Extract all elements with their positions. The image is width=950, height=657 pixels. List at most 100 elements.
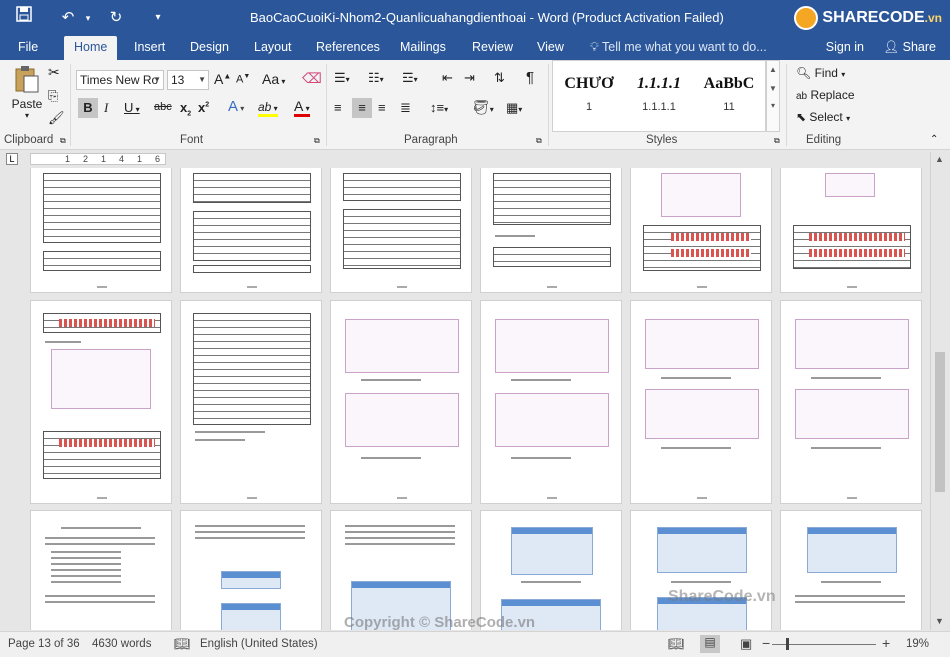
zoom-slider-thumb[interactable] (786, 638, 789, 650)
text-effects-button[interactable]: A ▾ (228, 98, 244, 115)
document-page[interactable] (330, 510, 472, 630)
read-mode-icon[interactable]: 📖︎ (668, 636, 685, 652)
web-layout-icon[interactable]: ▣ (740, 636, 752, 652)
document-page[interactable] (630, 168, 772, 293)
styles-launcher-icon[interactable]: ⧉ (774, 136, 780, 146)
shrink-font-button[interactable]: A▼ (236, 73, 250, 86)
subscript-button[interactable]: x2 (180, 100, 191, 118)
undo-dropdown-icon[interactable]: ▾ (76, 6, 100, 30)
collapse-ribbon-icon[interactable]: ⌃ (930, 134, 938, 145)
style-item-chuong[interactable]: CHƯƠ 1 (555, 67, 623, 123)
font-family-select[interactable]: Times New Ro ▼ (76, 70, 164, 90)
document-page[interactable] (780, 168, 922, 293)
document-area[interactable] (0, 168, 930, 630)
find-button[interactable]: 🔍︎ Find ▾ (796, 66, 845, 80)
tab-layout[interactable]: Layout (250, 36, 296, 60)
align-left-icon[interactable]: ≡ (334, 100, 342, 115)
show-marks-icon[interactable]: ¶ (526, 69, 534, 86)
page-count[interactable]: Page 13 of 36 (8, 638, 80, 650)
highlight-button[interactable]: ab ▾ (258, 100, 278, 117)
document-page[interactable] (180, 300, 322, 504)
paragraph-launcher-icon[interactable]: ⧉ (536, 136, 542, 146)
copy-icon[interactable]: ⎘ (48, 88, 58, 104)
increase-indent-icon[interactable]: ⇥ (464, 70, 475, 86)
document-page[interactable] (780, 300, 922, 504)
multilevel-list-icon[interactable]: ☲▾ (402, 70, 418, 86)
strikethrough-button[interactable]: abc (154, 101, 172, 113)
clear-formatting-icon[interactable]: ⌫ (302, 70, 322, 87)
share-button[interactable]: 👤︎ Share (883, 36, 936, 60)
paste-button[interactable]: Paste ▾ (8, 64, 46, 120)
align-right-icon[interactable]: ≡ (378, 100, 386, 115)
cut-icon[interactable]: ✂ (48, 64, 60, 81)
line-spacing-icon[interactable]: ↕≡▾ (430, 100, 448, 115)
document-page[interactable] (30, 510, 172, 630)
tab-file[interactable]: File (14, 36, 42, 60)
language[interactable]: English (United States) (200, 638, 318, 650)
zoom-in-icon[interactable]: + (882, 635, 890, 651)
font-color-button[interactable]: A ▾ (294, 98, 310, 117)
zoom-out-icon[interactable]: − (762, 635, 770, 651)
redo-icon[interactable]: ↻ (104, 6, 128, 30)
zoom-level[interactable]: 19% (906, 638, 929, 650)
document-page[interactable] (330, 300, 472, 504)
document-page[interactable] (630, 510, 772, 630)
tab-mailings[interactable]: Mailings (396, 36, 450, 60)
save-icon[interactable] (12, 6, 36, 30)
scroll-up-icon[interactable]: ▲ (767, 65, 779, 74)
font-launcher-icon[interactable]: ⧉ (314, 136, 320, 146)
decrease-indent-icon[interactable]: ⇤ (442, 70, 453, 86)
align-center-icon[interactable]: ≡ (352, 98, 372, 118)
replace-button[interactable]: ab Replace (796, 88, 855, 102)
format-painter-icon[interactable]: 🖌︎ (48, 110, 65, 126)
document-page[interactable] (330, 168, 472, 293)
sign-in-link[interactable]: Sign in (826, 36, 864, 60)
superscript-button[interactable]: x2 (198, 100, 209, 115)
tab-insert[interactable]: Insert (130, 36, 169, 60)
styles-scroll[interactable]: ▲ ▼ ▾ (766, 60, 780, 132)
proofing-icon[interactable]: 📖︎ (174, 636, 191, 652)
document-page[interactable] (180, 510, 322, 630)
document-page[interactable] (480, 168, 622, 293)
italic-button[interactable]: I (104, 100, 108, 116)
document-page[interactable] (180, 168, 322, 293)
tab-view[interactable]: View (533, 36, 568, 60)
print-layout-icon[interactable]: ▤ (700, 635, 720, 653)
bullets-icon[interactable]: ☰▾ (334, 70, 350, 86)
document-page[interactable] (480, 300, 622, 504)
tell-me-search[interactable]: 💡︎ Tell me what you want to do... (590, 36, 767, 60)
style-item-11[interactable]: AaBbC 11 (695, 67, 763, 123)
tab-home[interactable]: Home (64, 36, 118, 60)
tab-selector-icon[interactable]: L (6, 153, 18, 165)
bold-button[interactable]: B (78, 98, 98, 118)
tab-design[interactable]: Design (186, 36, 233, 60)
underline-button[interactable]: U ▾ (124, 100, 140, 115)
scroll-down-icon[interactable]: ▼ (767, 84, 779, 93)
scrollbar-thumb[interactable] (935, 352, 945, 492)
vertical-scrollbar[interactable]: ▲ ▼ (930, 152, 948, 630)
more-styles-icon[interactable]: ▾ (767, 101, 779, 110)
font-size-select[interactable]: 13 ▼ (167, 70, 209, 90)
document-page[interactable] (30, 168, 172, 293)
justify-icon[interactable]: ≣ (400, 100, 411, 116)
scroll-up-icon[interactable]: ▲ (935, 154, 944, 164)
horizontal-ruler[interactable]: 1 2 1 4 1 6 (30, 153, 166, 165)
change-case-button[interactable]: Aa ▾ (262, 71, 285, 87)
grow-font-button[interactable]: A▲ (214, 71, 231, 87)
tab-review[interactable]: Review (468, 36, 517, 60)
customize-quick-access-icon[interactable]: ▾ (146, 6, 170, 30)
select-button[interactable]: ⬉ Select ▾ (796, 110, 850, 124)
document-page[interactable] (780, 510, 922, 630)
scroll-down-icon[interactable]: ▼ (935, 616, 944, 626)
numbering-icon[interactable]: ☷▾ (368, 70, 384, 86)
document-page[interactable] (480, 510, 622, 630)
word-count[interactable]: 4630 words (92, 638, 151, 650)
tab-references[interactable]: References (312, 36, 384, 60)
shading-icon[interactable]: 🪣︎▾ (472, 99, 494, 116)
document-page[interactable] (630, 300, 772, 504)
document-page[interactable] (30, 300, 172, 504)
clipboard-launcher-icon[interactable]: ⧉ (60, 136, 66, 146)
borders-icon[interactable]: ▦▾ (506, 100, 522, 116)
sort-icon[interactable]: ⇅ (494, 70, 505, 86)
style-item-1111[interactable]: 1.1.1.1 1.1.1.1 (625, 67, 693, 123)
